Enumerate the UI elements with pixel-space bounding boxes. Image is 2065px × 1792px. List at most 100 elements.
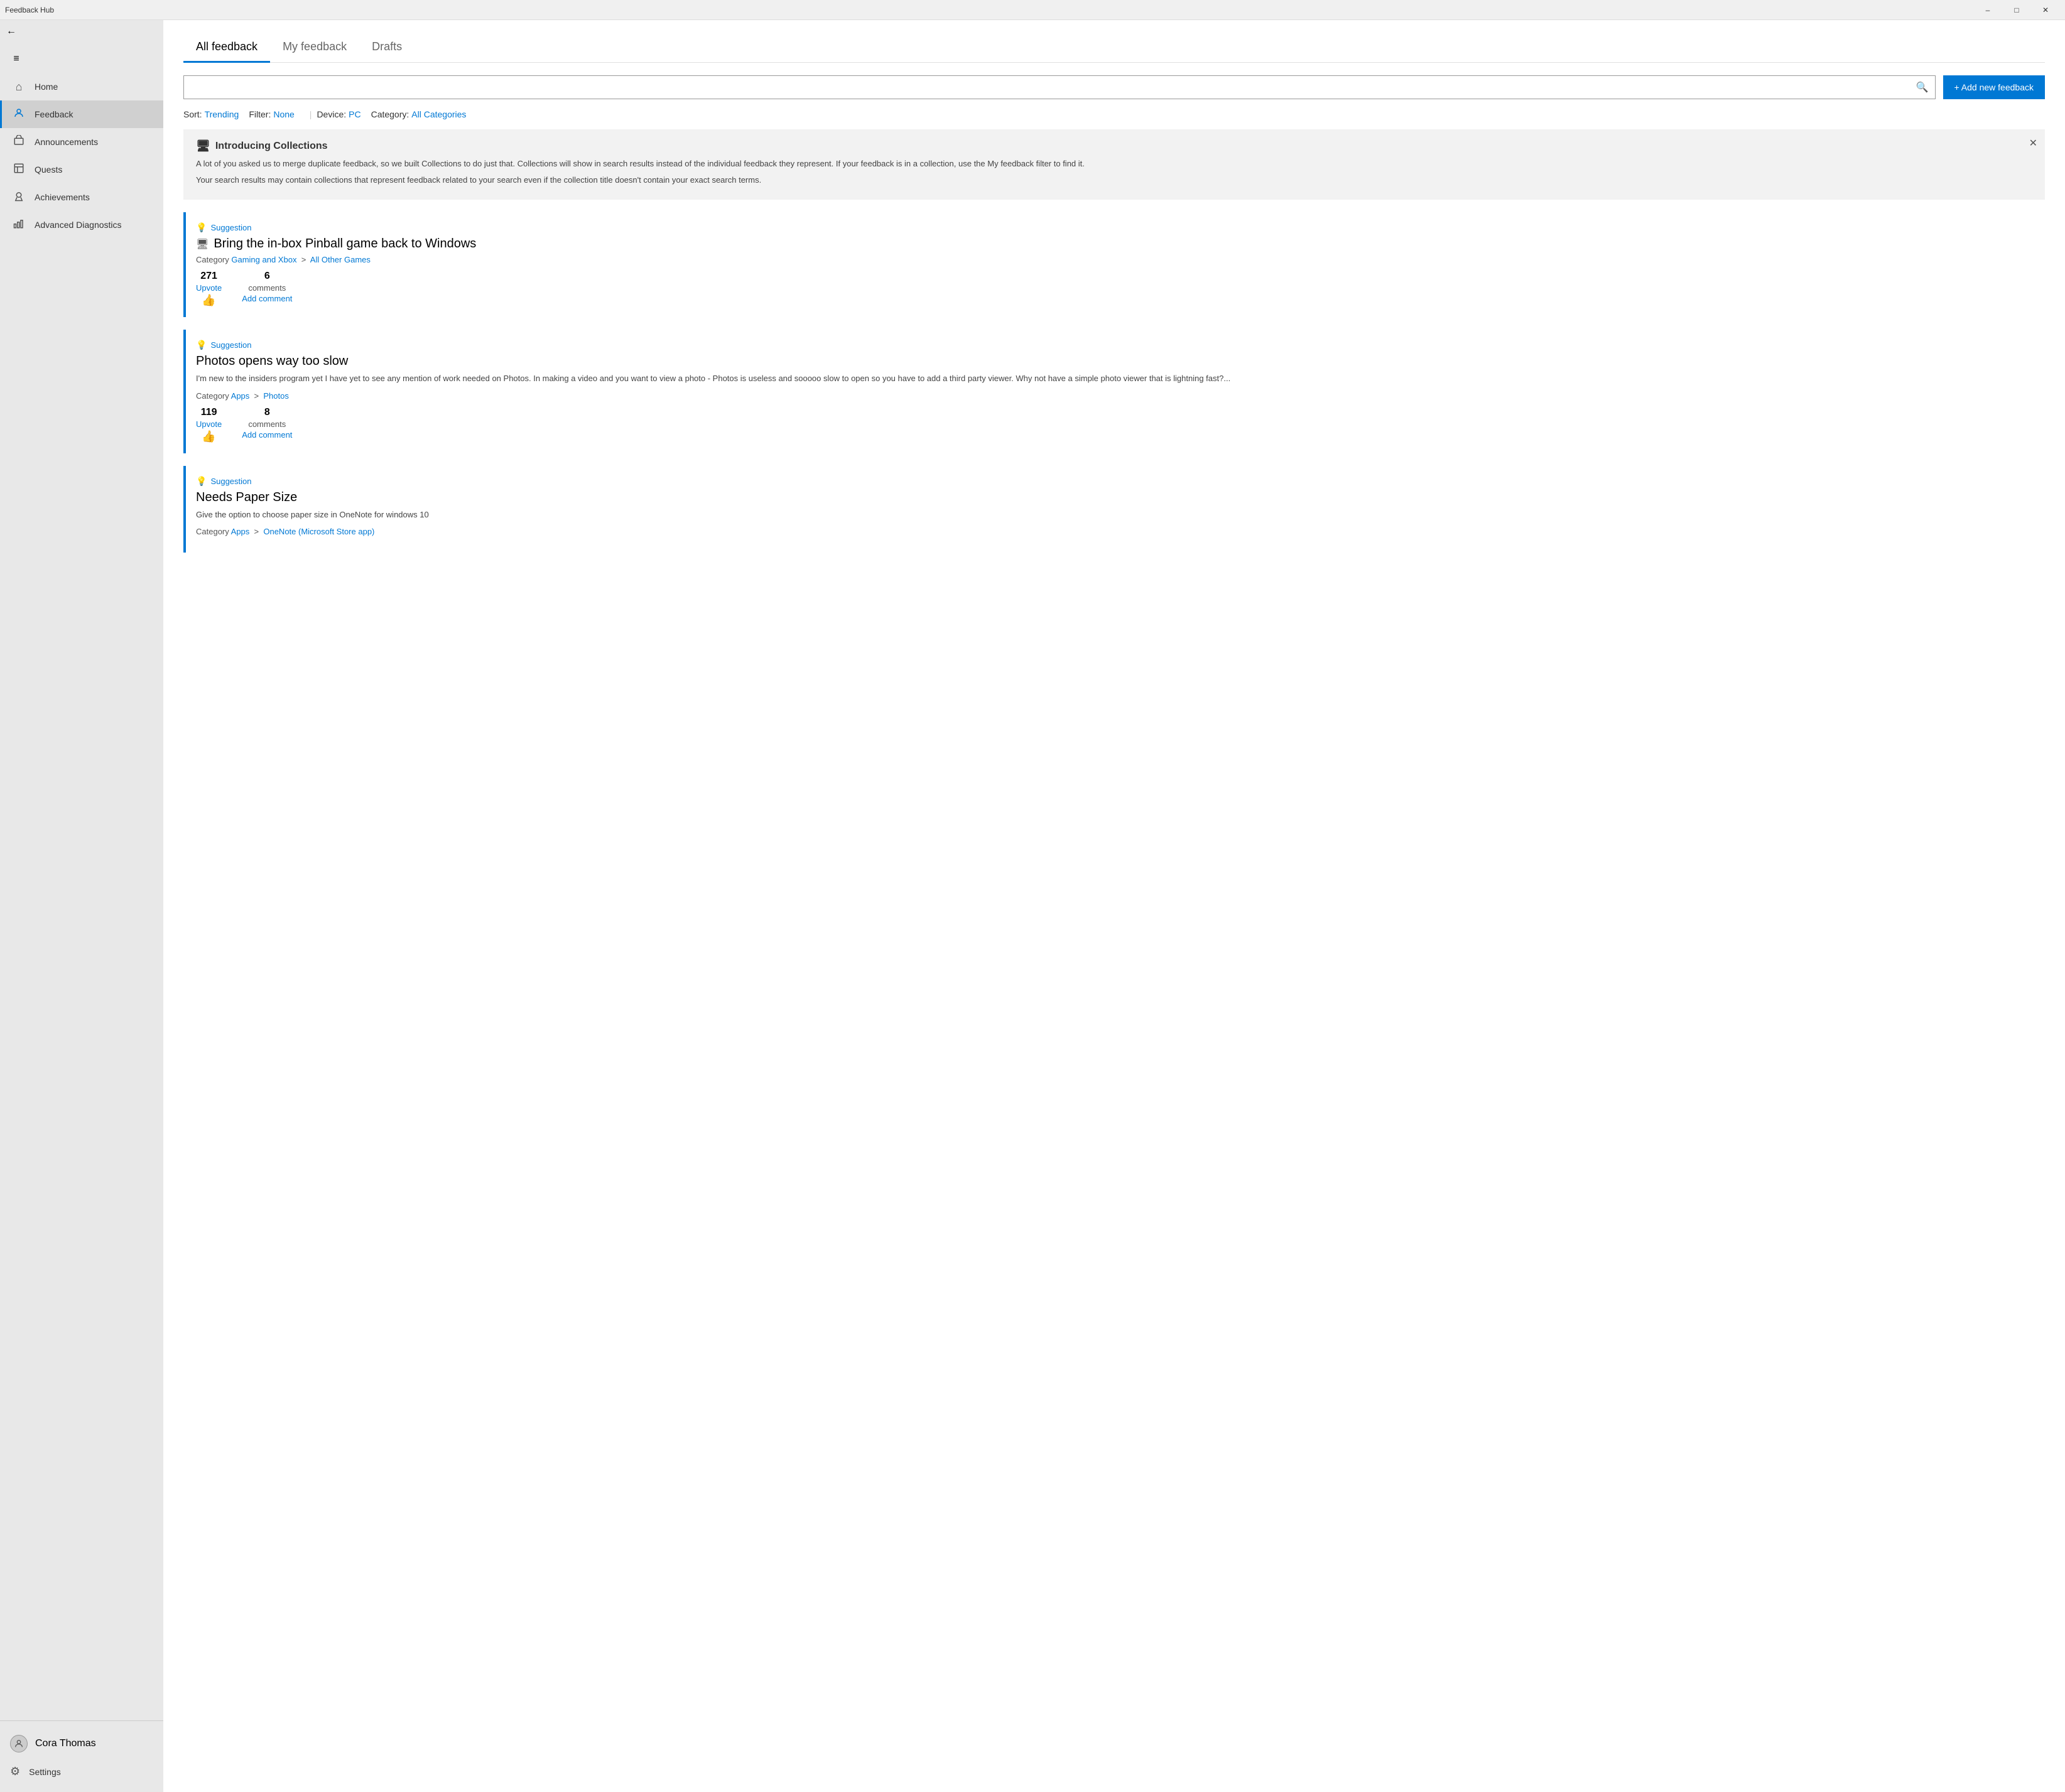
tab-drafts[interactable]: Drafts bbox=[359, 33, 415, 63]
feedback-item-2: 💡 Suggestion Photos opens way too slow I… bbox=[183, 330, 2045, 453]
category-link2-2[interactable]: Photos bbox=[263, 391, 288, 401]
back-button[interactable]: ← bbox=[0, 20, 23, 43]
vote-count-2: 119 bbox=[201, 407, 217, 418]
titlebar: Feedback Hub – □ ✕ bbox=[0, 0, 2065, 20]
tabs: All feedback My feedback Drafts bbox=[183, 33, 2045, 63]
sidebar: ← ≡ ⌂ Home Feedback bbox=[0, 20, 163, 1792]
search-input-wrap[interactable]: 🔍 bbox=[183, 75, 1936, 99]
category-value[interactable]: All Categories bbox=[411, 109, 466, 119]
sidebar-item-feedback[interactable]: Feedback bbox=[0, 100, 163, 128]
sidebar-item-quests[interactable]: Quests bbox=[0, 156, 163, 183]
sidebar-bottom: Cora Thomas ⚙ Settings bbox=[0, 1720, 163, 1792]
feedback-title-text-1[interactable]: Bring the in-box Pinball game back to Wi… bbox=[214, 237, 476, 251]
comments-label-1: comments bbox=[248, 283, 286, 293]
category-link1-2[interactable]: Apps bbox=[231, 391, 250, 401]
search-input[interactable] bbox=[190, 82, 1916, 92]
settings-icon: ⚙ bbox=[10, 1765, 20, 1778]
feedback-title-3: Needs Paper Size bbox=[196, 490, 2045, 505]
sidebar-item-feedback-label: Feedback bbox=[35, 109, 73, 119]
feedback-title-text-2[interactable]: Photos opens way too slow bbox=[196, 354, 348, 369]
device-filter: Device: PC bbox=[317, 109, 360, 119]
category-label: Category: bbox=[371, 109, 409, 119]
suggestion-icon-2: 💡 bbox=[196, 340, 207, 350]
app-title: Feedback Hub bbox=[5, 6, 54, 14]
settings-label: Settings bbox=[29, 1767, 61, 1777]
sort-filter: Sort: Trending bbox=[183, 109, 239, 119]
tab-all-feedback[interactable]: All feedback bbox=[183, 33, 270, 63]
upvote-icon-2[interactable]: 👍 bbox=[202, 430, 215, 443]
sort-value[interactable]: Trending bbox=[205, 109, 239, 119]
category-link2-1[interactable]: All Other Games bbox=[310, 255, 371, 264]
close-button[interactable]: ✕ bbox=[2031, 0, 2060, 20]
info-banner: ✕ 🖥 Introducing Collections A lot of you… bbox=[183, 129, 2045, 200]
feedback-category-3: Category Apps > OneNote (Microsoft Store… bbox=[196, 527, 2045, 536]
filter-filter: Filter: None bbox=[249, 109, 294, 119]
feedback-icon bbox=[12, 107, 26, 122]
info-banner-para1: A lot of you asked us to merge duplicate… bbox=[196, 158, 2032, 170]
maximize-button[interactable]: □ bbox=[2002, 0, 2031, 20]
hamburger-button[interactable]: ≡ bbox=[5, 48, 28, 70]
sidebar-item-announcements[interactable]: Announcements bbox=[0, 128, 163, 156]
feedback-tag-1: 💡 Suggestion bbox=[196, 222, 2045, 233]
category-link2-3[interactable]: OneNote (Microsoft Store app) bbox=[263, 527, 374, 536]
suggestion-icon-3: 💡 bbox=[196, 476, 207, 487]
vote-section-2: 119 Upvote 👍 bbox=[196, 407, 222, 443]
achievements-icon bbox=[12, 190, 26, 205]
filter-label: Filter: bbox=[249, 109, 271, 119]
feedback-title-icon-1: 🖥 bbox=[196, 238, 209, 251]
feedback-actions-2: 119 Upvote 👍 8 comments Add comment bbox=[196, 407, 2045, 443]
info-banner-close-button[interactable]: ✕ bbox=[2029, 137, 2037, 149]
feedback-item-1: 💡 Suggestion 🖥 Bring the in-box Pinball … bbox=[183, 212, 2045, 317]
sidebar-item-advanced-diagnostics[interactable]: Advanced Diagnostics bbox=[0, 211, 163, 239]
user-profile[interactable]: Cora Thomas bbox=[10, 1729, 153, 1759]
sidebar-item-announcements-label: Announcements bbox=[35, 137, 98, 147]
vote-section-1: 271 Upvote 👍 bbox=[196, 271, 222, 307]
category-filter: Category: All Categories bbox=[371, 109, 467, 119]
comment-section-1: 6 comments Add comment bbox=[242, 271, 292, 303]
tab-my-feedback[interactable]: My feedback bbox=[270, 33, 359, 63]
advanced-diagnostics-icon bbox=[12, 218, 26, 232]
comment-count-1: 6 bbox=[264, 271, 270, 282]
sidebar-item-quests-label: Quests bbox=[35, 165, 62, 175]
sidebar-item-achievements[interactable]: Achievements bbox=[0, 183, 163, 211]
feedback-category-2: Category Apps > Photos bbox=[196, 391, 2045, 401]
sidebar-item-home[interactable]: ⌂ Home bbox=[0, 73, 163, 100]
feedback-tag-label-2: Suggestion bbox=[210, 340, 251, 350]
info-banner-header: 🖥 Introducing Collections bbox=[196, 139, 2032, 153]
feedback-body-2: I'm new to the insiders program yet I ha… bbox=[196, 372, 2045, 385]
minimize-button[interactable]: – bbox=[1973, 0, 2002, 20]
filter-divider: | bbox=[310, 109, 312, 119]
vote-count-1: 271 bbox=[200, 271, 217, 282]
filter-value[interactable]: None bbox=[273, 109, 294, 119]
filter-row: Sort: Trending Filter: None | Device: PC… bbox=[183, 109, 2045, 119]
feedback-tag-label-1: Suggestion bbox=[210, 223, 251, 232]
comments-label-2: comments bbox=[248, 419, 286, 429]
category-link1-1[interactable]: Gaming and Xbox bbox=[231, 255, 296, 264]
announcements-icon bbox=[12, 135, 26, 149]
feedback-body-3: Give the option to choose paper size in … bbox=[196, 509, 2045, 521]
add-comment-2[interactable]: Add comment bbox=[242, 430, 292, 440]
upvote-icon-1[interactable]: 👍 bbox=[202, 294, 215, 307]
feedback-actions-1: 271 Upvote 👍 6 comments Add comment bbox=[196, 271, 2045, 307]
feedback-tag-2: 💡 Suggestion bbox=[196, 340, 2045, 350]
upvote-label-2[interactable]: Upvote bbox=[196, 419, 222, 429]
sort-label: Sort: bbox=[183, 109, 202, 119]
suggestion-icon-1: 💡 bbox=[196, 222, 207, 233]
settings-item[interactable]: ⚙ Settings bbox=[10, 1759, 153, 1784]
device-label: Device: bbox=[317, 109, 346, 119]
feedback-title-text-3[interactable]: Needs Paper Size bbox=[196, 490, 297, 505]
category-link1-3[interactable]: Apps bbox=[231, 527, 250, 536]
main-content: All feedback My feedback Drafts 🔍 + Add … bbox=[163, 20, 2065, 1792]
sidebar-item-achievements-label: Achievements bbox=[35, 192, 90, 202]
user-name: Cora Thomas bbox=[35, 1738, 96, 1749]
home-icon: ⌂ bbox=[12, 80, 26, 94]
info-banner-para2: Your search results may contain collecti… bbox=[196, 174, 2032, 186]
device-value[interactable]: PC bbox=[349, 109, 360, 119]
sidebar-nav: ⌂ Home Feedback Announcements bbox=[0, 70, 163, 1720]
upvote-label-1[interactable]: Upvote bbox=[196, 283, 222, 293]
search-icon: 🔍 bbox=[1916, 81, 1929, 94]
add-feedback-button[interactable]: + Add new feedback bbox=[1943, 75, 2046, 99]
window-controls: – □ ✕ bbox=[1973, 0, 2060, 20]
add-comment-1[interactable]: Add comment bbox=[242, 294, 292, 303]
feedback-title-1: 🖥 Bring the in-box Pinball game back to … bbox=[196, 237, 2045, 251]
